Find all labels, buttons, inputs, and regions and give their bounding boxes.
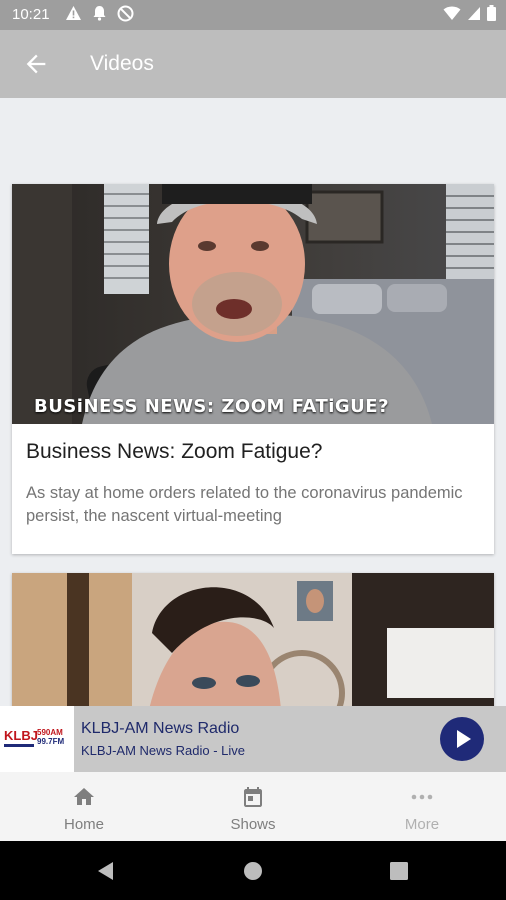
thumbnail-caption: BUSiNESS NEWS: ZOOM FATiGUE? (34, 396, 390, 417)
logo-text-klbj: KLBJ (4, 728, 38, 743)
system-navigation-bar (0, 841, 506, 900)
bottom-navigation: Home Shows More (0, 772, 506, 841)
more-horizontal-icon (411, 794, 433, 800)
cellular-signal-icon (468, 6, 480, 20)
video-title[interactable]: Business News: Zoom Fatigue? (26, 440, 322, 464)
play-button[interactable] (440, 717, 484, 761)
back-triangle-icon[interactable] (96, 861, 116, 881)
video-card[interactable]: BUSiNESS NEWS: ZOOM FATiGUE? Business Ne… (12, 184, 494, 554)
arrow-left-icon[interactable] (22, 50, 50, 78)
station-name: KLBJ-AM News Radio (81, 720, 240, 737)
video-thumbnail-image (12, 573, 494, 706)
video-thumbnail[interactable] (12, 573, 494, 706)
battery-icon (487, 5, 496, 21)
wifi-icon (443, 6, 461, 20)
home-circle-icon[interactable] (243, 861, 263, 881)
video-list[interactable]: BUSiNESS NEWS: ZOOM FATiGUE? Business Ne… (0, 98, 506, 706)
page-title: Videos (90, 52, 154, 75)
video-thumbnail-image (12, 184, 494, 424)
nav-tab-home[interactable]: Home (24, 772, 144, 841)
status-time: 10:21 (12, 6, 50, 23)
app-bar: Videos (0, 30, 506, 98)
home-icon (74, 788, 94, 805)
notification-bell-icon (93, 6, 106, 21)
nav-tab-label: More (404, 816, 440, 833)
logo-text-fm: 99.7FM (37, 737, 65, 746)
status-bar: 10:21 (0, 0, 506, 30)
logo-underline (4, 744, 34, 747)
play-icon (457, 730, 471, 748)
video-card[interactable] (12, 573, 494, 706)
nav-tab-more[interactable]: More (362, 772, 482, 841)
nav-tab-shows[interactable]: Shows (193, 772, 313, 841)
video-thumbnail[interactable]: BUSiNESS NEWS: ZOOM FATiGUE? (12, 184, 494, 424)
video-description: As stay at home orders related to the co… (26, 484, 463, 525)
calendar-icon (244, 787, 262, 807)
nav-tab-label: Home (63, 816, 104, 833)
nav-tab-label: Shows (230, 816, 276, 833)
warning-icon (66, 6, 81, 20)
recents-square-icon[interactable] (390, 862, 408, 880)
now-playing-bar[interactable]: KLBJ 590AM 99.7FM KLBJ-AM News Radio KLB… (0, 706, 506, 772)
do-not-disturb-icon (117, 5, 134, 22)
station-subtitle: KLBJ-AM News Radio - Live (81, 743, 245, 758)
station-logo: KLBJ 590AM 99.7FM (0, 706, 74, 772)
logo-text-am: 590AM (37, 728, 63, 737)
